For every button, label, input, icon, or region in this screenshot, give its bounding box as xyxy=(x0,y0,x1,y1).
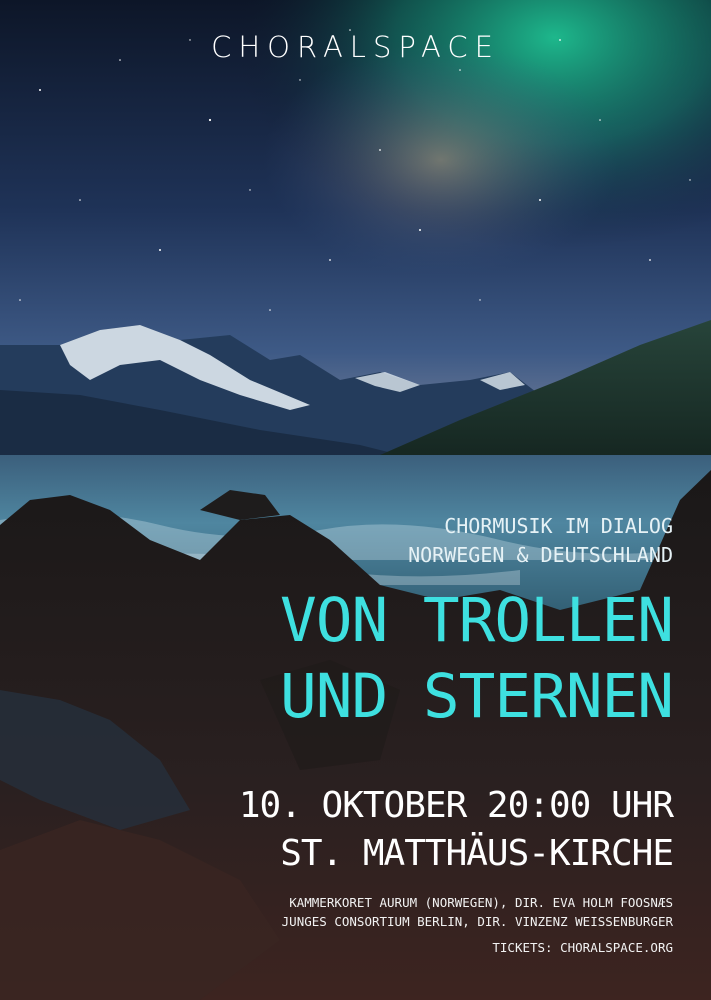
subtitle-line: CHORMUSIK IM DIALOG xyxy=(444,514,673,538)
event-datetime: 10. OKTOBER 20:00 UHR xyxy=(238,785,674,826)
concert-poster: CHORALSPACE CHORMUSIK IM DIALOG NORWEGEN… xyxy=(0,0,711,1000)
event-date-venue: 10. OKTOBER 20:00 UHR ST. MATTHÄUS-KIRCH… xyxy=(238,782,674,878)
event-venue: ST. MATTHÄUS-KIRCHE xyxy=(280,833,674,874)
title-line: VON TROLLEN xyxy=(280,585,674,656)
performers-list: KAMMERKORET AURUM (NORWEGEN), DIR. EVA H… xyxy=(282,893,673,931)
title-line: UND STERNEN xyxy=(280,661,674,732)
event-subtitle: CHORMUSIK IM DIALOG NORWEGEN & DEUTSCHLA… xyxy=(408,512,673,570)
event-title: VON TROLLEN UND STERNEN xyxy=(280,583,674,735)
performer-line: JUNGES CONSORTIUM BERLIN, DIR. VINZENZ W… xyxy=(281,914,673,929)
brand-logo: CHORALSPACE xyxy=(211,30,500,64)
subtitle-line: NORWEGEN & DEUTSCHLAND xyxy=(408,543,673,567)
performer-line: KAMMERKORET AURUM (NORWEGEN), DIR. EVA H… xyxy=(289,895,673,910)
tickets-info: TICKETS: CHORALSPACE.ORG xyxy=(492,940,673,955)
